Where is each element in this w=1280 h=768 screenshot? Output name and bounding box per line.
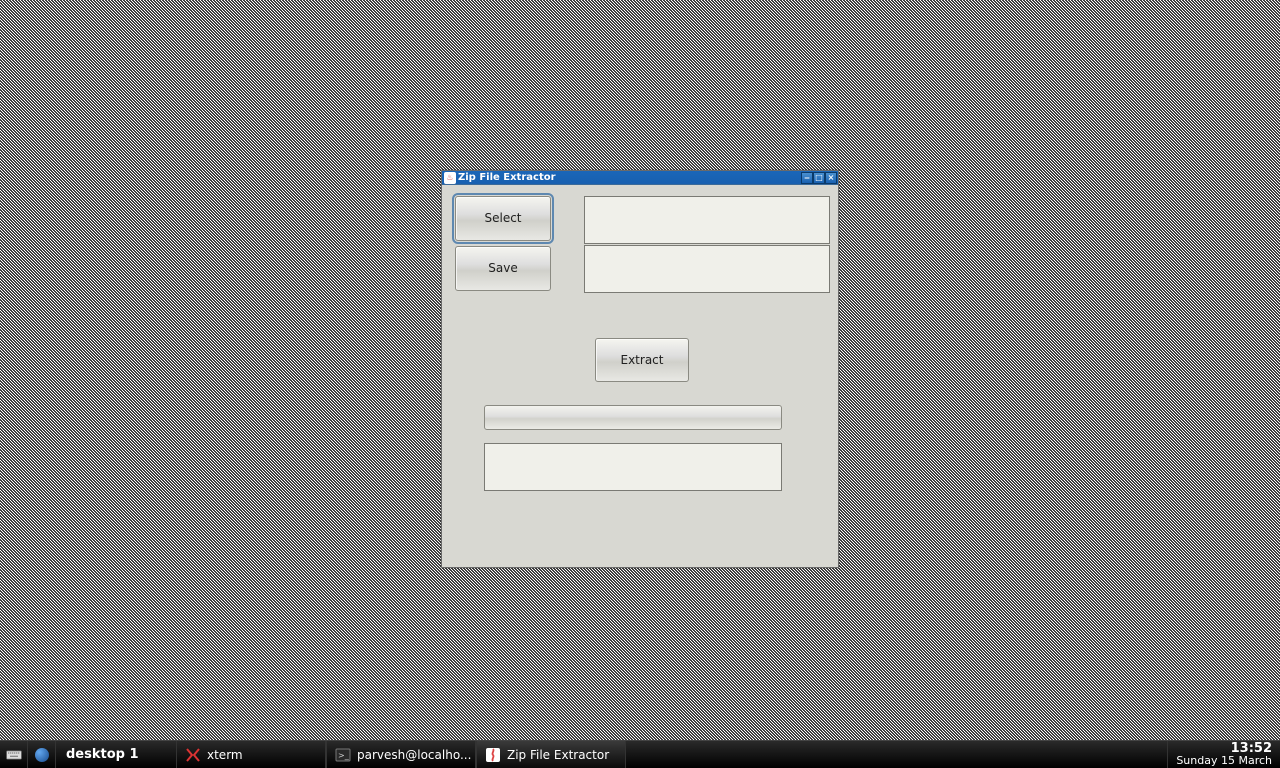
extract-button[interactable]: Extract (595, 338, 689, 382)
java-icon: ♨ (444, 172, 456, 184)
close-button[interactable]: × (825, 172, 837, 184)
desktop-label: desktop 1 (66, 747, 139, 762)
extract-button-label: Extract (621, 353, 664, 367)
destination-field[interactable] (584, 245, 830, 293)
taskbar-launcher-keys[interactable] (0, 741, 28, 768)
save-button-label: Save (488, 261, 517, 275)
taskbar-item-label: xterm (207, 748, 243, 762)
taskbar-item-zip-extractor[interactable]: Zip File Extractor (476, 741, 626, 768)
clock-time: 13:52 (1176, 743, 1272, 755)
maximize-button[interactable]: □ (813, 172, 825, 184)
app-body: Select Save Extract (442, 185, 838, 567)
taskbar-spacer (626, 741, 1167, 768)
window-title: Zip File Extractor (458, 172, 556, 183)
window-titlebar[interactable]: ♨ Zip File Extractor ‒ □ × (442, 171, 838, 185)
keyboard-icon (6, 748, 22, 762)
taskbar-item-xterm[interactable]: xterm (176, 741, 326, 768)
clock-date: Sunday 15 March (1176, 755, 1272, 767)
select-button[interactable]: Select (455, 196, 551, 241)
java-icon (485, 747, 501, 763)
desktop: ♨ Zip File Extractor ‒ □ × Select Save (0, 0, 1280, 768)
taskbar-item-label: parvesh@localho... (357, 748, 471, 762)
xterm-icon (185, 747, 201, 763)
desktop-switcher[interactable]: desktop 1 (56, 741, 176, 768)
save-button[interactable]: Save (455, 246, 551, 291)
globe-icon (35, 748, 49, 762)
select-button-label: Select (484, 211, 521, 225)
taskbar-launcher-browser[interactable] (28, 741, 56, 768)
status-field (484, 443, 782, 491)
source-file-field[interactable] (584, 196, 830, 244)
svg-text:>_: >_ (338, 751, 350, 760)
taskbar: desktop 1 xterm >_ parvesh@localho... Zi… (0, 740, 1280, 768)
taskbar-item-terminal[interactable]: >_ parvesh@localho... (326, 741, 476, 768)
app-window-zip-extractor: ♨ Zip File Extractor ‒ □ × Select Save (441, 170, 839, 568)
taskbar-clock[interactable]: 13:52 Sunday 15 March (1168, 743, 1280, 767)
terminal-icon: >_ (335, 747, 351, 763)
system-tray: 13:52 Sunday 15 March (1167, 741, 1280, 768)
minimize-button[interactable]: ‒ (801, 172, 813, 184)
progress-bar (484, 405, 782, 430)
taskbar-item-label: Zip File Extractor (507, 748, 609, 762)
